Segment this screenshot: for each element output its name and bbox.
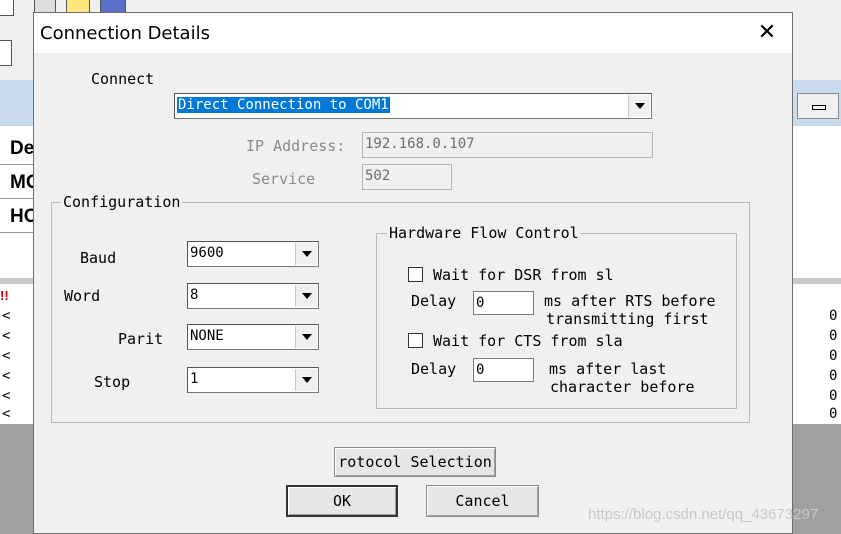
list-item-value: 0 xyxy=(829,406,838,422)
list-item-value: 0 xyxy=(829,368,838,384)
delay-1-label: Delay xyxy=(411,292,457,310)
protocol-selection-button[interactable]: rotocol Selection xyxy=(334,447,496,477)
list-item-marker: < xyxy=(2,388,11,404)
baud-value: 9600 xyxy=(190,245,224,261)
word-label: Word xyxy=(64,287,101,305)
list-item-marker: < xyxy=(2,368,11,384)
list-item-value: 0 xyxy=(829,388,838,404)
chevron-down-icon[interactable] xyxy=(628,95,650,117)
configuration-group-title: Configuration xyxy=(61,193,183,211)
list-item-value: 0 xyxy=(829,348,838,364)
parity-combobox[interactable]: NONE xyxy=(187,324,319,350)
list-item-marker: < xyxy=(2,328,11,344)
chevron-down-icon[interactable] xyxy=(295,369,317,391)
delay-1-input[interactable]: 0 xyxy=(473,291,534,315)
toolbar-button[interactable] xyxy=(0,40,12,66)
delay-1-value: 0 xyxy=(476,295,485,311)
delay-2-description-cont: character before xyxy=(550,378,695,396)
error-marker: !! xyxy=(0,288,9,303)
list-item-value: 0 xyxy=(829,328,838,344)
delay-2-label: Delay xyxy=(411,360,457,378)
wait-cts-label: Wait for CTS from sla xyxy=(433,332,623,350)
delay-1-description-cont: transmitting first xyxy=(546,310,709,328)
list-item-marker: < xyxy=(2,406,11,422)
stop-label: Stop xyxy=(94,373,131,391)
parity-value: NONE xyxy=(190,328,224,344)
minimize-icon xyxy=(812,105,826,110)
cancel-button[interactable]: Cancel xyxy=(426,485,539,517)
row-divider xyxy=(0,198,34,199)
word-combobox[interactable]: 8 xyxy=(187,283,319,309)
toolbar-button[interactable] xyxy=(0,0,14,16)
connect-combobox[interactable]: Direct Connection to COM1 xyxy=(174,93,652,119)
background-row-1: De xyxy=(10,138,35,159)
chevron-down-icon[interactable] xyxy=(295,285,317,307)
connection-details-dialog: Connection Details ✕ Connect Direct Conn… xyxy=(33,12,793,534)
connect-label: Connect xyxy=(91,70,155,88)
delay-2-description: ms after last xyxy=(549,360,667,378)
ip-address-label: IP Address: xyxy=(246,137,346,155)
row-divider xyxy=(0,232,34,233)
baud-label: Baud xyxy=(80,249,117,267)
delay-2-input[interactable]: 0 xyxy=(473,358,534,382)
delay-1-description: ms after RTS before xyxy=(544,292,716,310)
word-value: 8 xyxy=(190,287,199,303)
list-item-value: 0 xyxy=(829,308,838,324)
chevron-down-icon[interactable] xyxy=(295,326,317,348)
stop-value: 1 xyxy=(190,371,199,387)
delay-2-value: 0 xyxy=(476,362,485,378)
watermark: https://blog.csdn.net/qq_43673297 xyxy=(588,506,819,523)
wait-dsr-label: Wait for DSR from sl xyxy=(433,266,614,284)
stop-combobox[interactable]: 1 xyxy=(187,367,319,393)
chevron-down-icon[interactable] xyxy=(295,243,317,265)
minimize-button[interactable] xyxy=(797,93,839,119)
wait-cts-checkbox[interactable] xyxy=(408,333,423,348)
ip-address-value: 192.168.0.107 xyxy=(365,136,475,152)
connect-value: Direct Connection to COM1 xyxy=(177,97,390,113)
dialog-titlebar[interactable]: Connection Details ✕ xyxy=(34,13,792,53)
ok-button[interactable]: OK xyxy=(286,485,398,517)
ip-address-field[interactable]: 192.168.0.107 xyxy=(362,132,653,158)
wait-dsr-checkbox[interactable] xyxy=(408,267,423,282)
service-value: 502 xyxy=(365,168,391,184)
hardware-flow-control-title: Hardware Flow Control xyxy=(387,224,581,242)
list-item-marker: < xyxy=(2,348,11,364)
dialog-title: Connection Details xyxy=(40,23,210,44)
service-label: Service xyxy=(252,170,316,188)
parity-label: Parit xyxy=(118,330,164,348)
row-divider xyxy=(0,164,34,165)
baud-combobox[interactable]: 9600 xyxy=(187,241,319,267)
list-item-marker: < xyxy=(2,308,11,324)
service-field[interactable]: 502 xyxy=(362,164,452,190)
close-icon[interactable]: ✕ xyxy=(752,19,782,47)
